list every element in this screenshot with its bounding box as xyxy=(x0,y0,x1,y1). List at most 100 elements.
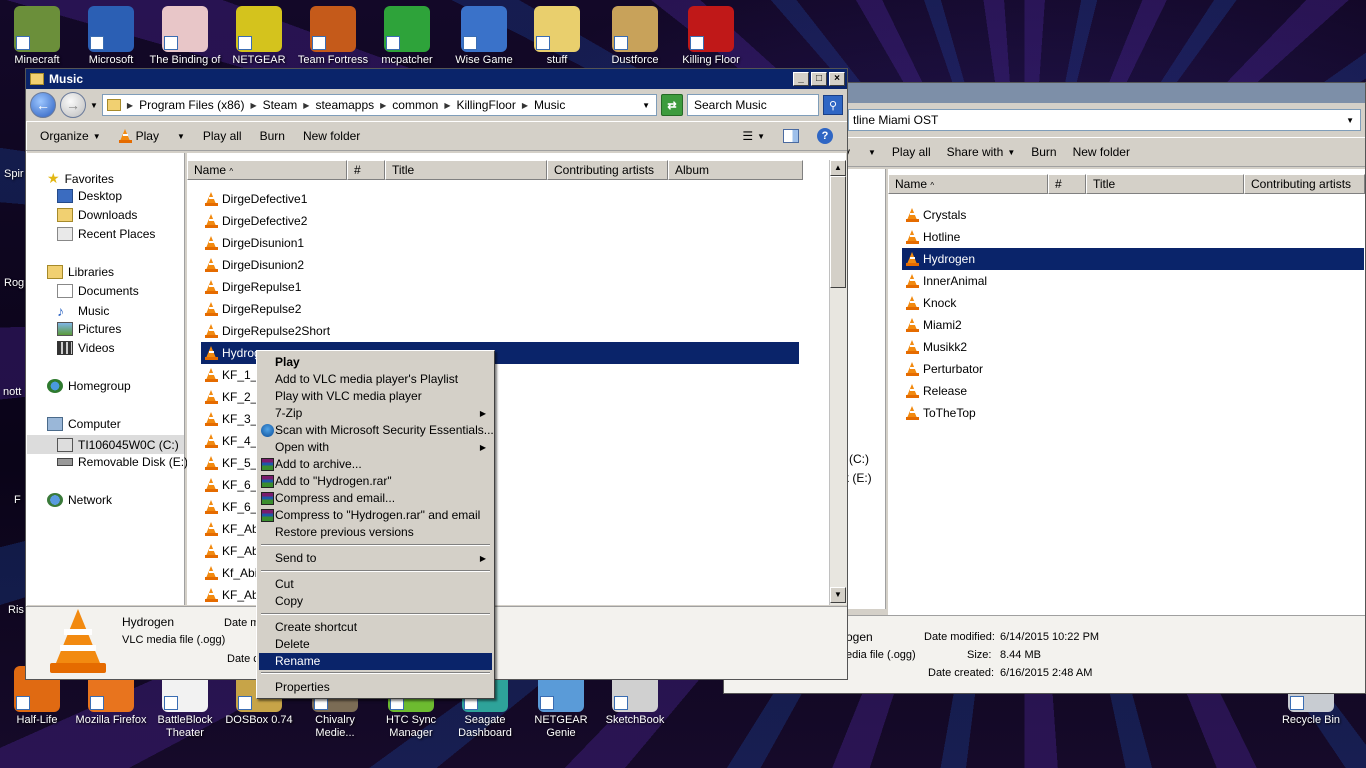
new-folder-button[interactable]: New folder xyxy=(303,129,360,143)
change-view-button[interactable]: ☰ ▼ xyxy=(742,129,765,143)
ost-nav-drive-c[interactable]: (C:) xyxy=(849,452,869,466)
file-row[interactable]: DirgeRepulse2Short xyxy=(201,320,330,342)
recent-pages-chevron-icon[interactable]: ▼ xyxy=(90,101,98,110)
file-row[interactable]: DirgeRepulse1 xyxy=(201,276,301,298)
file-row[interactable]: KF_Abi xyxy=(201,584,261,606)
context-menu-item[interactable]: Create shortcut xyxy=(259,619,492,636)
play-button[interactable]: Play ▼ xyxy=(118,129,185,143)
nav-drive-e[interactable]: Removable Disk (E:) xyxy=(57,455,188,469)
context-menu-item[interactable]: Compress and email... xyxy=(259,490,492,507)
file-row[interactable]: DirgeDisunion2 xyxy=(201,254,304,276)
breadcrumb-item[interactable]: KillingFloor xyxy=(456,98,515,112)
desktop-shortcut-icon[interactable]: NETGEAR xyxy=(222,6,296,67)
ost-burn-button[interactable]: Burn xyxy=(1031,145,1056,159)
desktop-shortcut-icon[interactable]: Killing Floor xyxy=(674,6,748,67)
scroll-thumb[interactable] xyxy=(830,176,846,288)
address-bar[interactable]: ▶ Program Files (x86) ▶ Steam ▶ steamapp… xyxy=(101,94,657,116)
breadcrumb-chevron-icon[interactable]: ▶ xyxy=(522,101,528,110)
ost-column-name[interactable]: Name ^ xyxy=(888,174,1048,194)
ost-play-fragment[interactable]: y▼ xyxy=(844,145,876,159)
context-menu-item[interactable]: Send to ▶ xyxy=(259,550,492,567)
play-all-button[interactable]: Play all xyxy=(203,129,242,143)
file-row[interactable]: KF_1_L xyxy=(201,364,264,386)
nav-documents[interactable]: Documents xyxy=(57,284,139,298)
desktop-shortcut-icon[interactable]: Dustforce xyxy=(598,6,672,67)
breadcrumb-item[interactable]: Music xyxy=(534,98,565,112)
maximize-button[interactable]: □ xyxy=(811,72,827,86)
nav-favorites[interactable]: ★ Favorites xyxy=(47,170,114,187)
context-menu-item[interactable]: Open with ▶ xyxy=(259,439,492,456)
file-row[interactable]: DirgeRepulse2 xyxy=(201,298,301,320)
ost-column-number[interactable]: # xyxy=(1048,174,1086,194)
context-menu-item[interactable]: Properties xyxy=(259,679,492,696)
context-menu-item[interactable]: Scan with Microsoft Security Essentials.… xyxy=(259,422,494,439)
column-name[interactable]: Name ^ xyxy=(187,160,347,180)
search-input[interactable]: Search Music xyxy=(687,94,819,116)
chevron-down-icon[interactable]: ▼ xyxy=(1346,116,1354,125)
file-row[interactable]: Perturbator xyxy=(902,358,983,380)
context-menu-item[interactable]: Delete xyxy=(259,636,492,653)
context-menu[interactable]: Play Add to VLC media player's Playlist Pl… xyxy=(256,350,495,699)
file-row[interactable]: DirgeDefective1 xyxy=(201,188,307,210)
breadcrumb-chevron-icon[interactable]: ▶ xyxy=(127,101,133,110)
nav-downloads[interactable]: Downloads xyxy=(57,208,137,222)
context-menu-item[interactable]: Compress to "Hydrogen.rar" and email xyxy=(259,507,492,524)
scroll-up-icon[interactable]: ▲ xyxy=(830,160,846,176)
desktop-shortcut-icon[interactable]: Wise Game xyxy=(447,6,521,67)
nav-libraries[interactable]: Libraries xyxy=(47,265,114,279)
file-row[interactable]: DirgeDefective2 xyxy=(201,210,307,232)
music-title-bar[interactable]: Music _ □ × xyxy=(26,69,847,89)
breadcrumb-item[interactable]: Steam xyxy=(263,98,298,112)
column-number[interactable]: # xyxy=(347,160,385,180)
breadcrumb-chevron-icon[interactable]: ▶ xyxy=(303,101,309,110)
ost-play-all-button[interactable]: Play all xyxy=(892,145,931,159)
file-row[interactable]: Musikk2 xyxy=(902,336,967,358)
file-row[interactable]: InnerAnimal xyxy=(902,270,987,292)
minimize-button[interactable]: _ xyxy=(793,72,809,86)
ost-share-with-button[interactable]: Share with ▼ xyxy=(947,145,1016,159)
address-dropdown-icon[interactable]: ▼ xyxy=(642,101,650,110)
vertical-scrollbar[interactable]: ▲ ▼ xyxy=(829,160,847,605)
scroll-down-icon[interactable]: ▼ xyxy=(830,587,846,603)
file-row[interactable]: Release xyxy=(902,380,967,402)
desktop-shortcut-icon[interactable]: Microsoft xyxy=(74,6,148,67)
nav-desktop[interactable]: Desktop xyxy=(57,189,122,203)
breadcrumb-item[interactable]: steamapps xyxy=(315,98,374,112)
file-row[interactable]: Hotline xyxy=(902,226,960,248)
refresh-icon[interactable]: ⇄ xyxy=(661,94,683,116)
context-menu-item[interactable]: Copy xyxy=(259,593,492,610)
forward-button[interactable]: → xyxy=(60,92,86,118)
burn-button[interactable]: Burn xyxy=(260,129,285,143)
breadcrumb-chevron-icon[interactable]: ▶ xyxy=(380,101,386,110)
ost-new-folder-button[interactable]: New folder xyxy=(1073,145,1130,159)
organize-button[interactable]: Organize ▼ xyxy=(40,129,101,143)
ost-address-bar[interactable]: tline Miami OST ▼ xyxy=(848,109,1361,131)
search-icon[interactable]: ⚲ xyxy=(823,95,843,115)
breadcrumb-item[interactable]: Program Files (x86) xyxy=(139,98,244,112)
ost-column-title[interactable]: Title xyxy=(1086,174,1244,194)
nav-homegroup[interactable]: Homegroup xyxy=(47,379,131,393)
breadcrumb-chevron-icon[interactable]: ▶ xyxy=(444,101,450,110)
ost-file-list[interactable]: Name ^ # Title Contributing artists Crys… xyxy=(888,169,1365,615)
help-icon[interactable]: ? xyxy=(817,128,833,144)
context-menu-item[interactable]: Add to "Hydrogen.rar" xyxy=(259,473,492,490)
context-menu-item[interactable]: Add to archive... xyxy=(259,456,492,473)
nav-pictures[interactable]: Pictures xyxy=(57,322,121,336)
nav-recent-places[interactable]: Recent Places xyxy=(57,227,155,241)
file-row[interactable]: Crystals xyxy=(902,204,966,226)
desktop-shortcut-icon[interactable]: Minecraft xyxy=(0,6,74,67)
nav-computer[interactable]: Computer xyxy=(47,417,121,431)
context-menu-item[interactable]: Play with VLC media player xyxy=(259,388,492,405)
desktop-shortcut-icon[interactable]: Team Fortress xyxy=(296,6,370,67)
context-menu-item[interactable]: Add to VLC media player's Playlist xyxy=(259,371,492,388)
context-menu-item[interactable]: Rename xyxy=(259,653,492,670)
column-album[interactable]: Album xyxy=(668,160,803,180)
nav-videos[interactable]: Videos xyxy=(57,341,114,355)
context-menu-item[interactable]: Cut xyxy=(259,576,492,593)
context-menu-item[interactable]: 7-Zip ▶ xyxy=(259,405,492,422)
file-row[interactable]: ToTheTop xyxy=(902,402,976,424)
file-row[interactable]: Hydrogen xyxy=(902,248,1364,270)
nav-music[interactable]: ♪ Music xyxy=(57,303,109,319)
desktop-shortcut-icon[interactable]: mcpatcher xyxy=(370,6,444,67)
file-row[interactable]: KF_6_ xyxy=(201,496,257,518)
